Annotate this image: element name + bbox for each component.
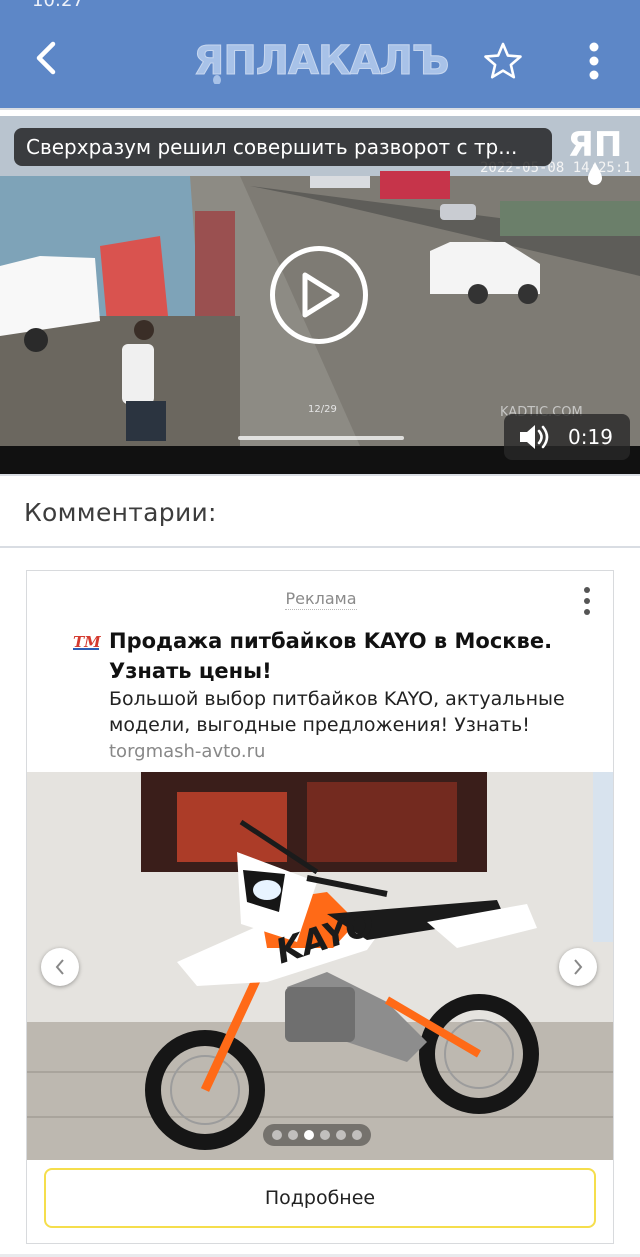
back-button[interactable] bbox=[20, 32, 72, 84]
play-icon bbox=[302, 272, 340, 318]
svg-text:ЯП: ЯП bbox=[568, 125, 623, 165]
more-menu-button[interactable] bbox=[572, 36, 616, 86]
logo-text: ЯПЛАКАЛЪ bbox=[194, 38, 449, 84]
video-controls: 0:19 bbox=[504, 414, 630, 460]
divider bbox=[0, 108, 640, 110]
carousel-dot[interactable] bbox=[336, 1130, 346, 1140]
carousel-dot[interactable] bbox=[304, 1130, 314, 1140]
app-bar: ЯПЛАКАЛЪ bbox=[0, 10, 640, 108]
carousel-dot[interactable] bbox=[288, 1130, 298, 1140]
favorite-button[interactable] bbox=[478, 36, 528, 86]
ad-menu-button[interactable] bbox=[575, 583, 599, 619]
video-counter: 12/29 bbox=[308, 404, 337, 415]
video-player[interactable]: 2022-05-08 14:25:1 12/29 KADTIC.COM Свер… bbox=[0, 116, 640, 474]
video-watermark-logo: ЯП bbox=[568, 125, 623, 185]
ad-image-carousel[interactable]: KAYO bbox=[27, 772, 613, 1160]
divider bbox=[0, 474, 640, 476]
divider bbox=[0, 546, 640, 548]
video-duration: 0:19 bbox=[568, 425, 613, 449]
volume-icon[interactable] bbox=[518, 422, 552, 452]
ad-domain[interactable]: torgmash-avto.ru bbox=[109, 741, 265, 762]
more-vertical-icon bbox=[584, 587, 590, 615]
chevron-right-icon bbox=[574, 959, 583, 975]
ad-title[interactable]: Продажа питбайков KAYO в Москве. Узнать … bbox=[109, 626, 589, 686]
carousel-dot[interactable] bbox=[272, 1130, 282, 1140]
comments-heading: Комментарии: bbox=[24, 498, 217, 527]
more-vertical-icon bbox=[589, 42, 599, 80]
video-title: Сверхразум решил совершить разворот с тр… bbox=[14, 128, 552, 166]
ad-card[interactable]: Реклама TM Продажа питбайков KAYO в Моск… bbox=[26, 570, 614, 1244]
ad-description: Большой выбор питбайков KAYO, актуальные… bbox=[109, 688, 565, 736]
carousel-prev-button[interactable] bbox=[41, 948, 79, 986]
advertiser-favicon-icon: TM bbox=[73, 633, 101, 651]
carousel-pagination[interactable] bbox=[263, 1124, 371, 1146]
star-outline-icon bbox=[484, 42, 522, 79]
carousel-next-button[interactable] bbox=[559, 948, 597, 986]
chevron-left-icon bbox=[55, 959, 64, 975]
site-logo[interactable]: ЯПЛАКАЛЪ bbox=[182, 36, 460, 84]
ad-label: Реклама bbox=[285, 589, 357, 610]
carousel-dot[interactable] bbox=[352, 1130, 362, 1140]
app-screen: 10:27 ЯПЛАКАЛЪ bbox=[0, 0, 640, 1257]
carousel-dot[interactable] bbox=[320, 1130, 330, 1140]
details-button[interactable]: Подробнее bbox=[44, 1168, 596, 1228]
video-progress-bar[interactable] bbox=[238, 436, 404, 440]
status-time: 10:27 bbox=[32, 0, 84, 10]
ad-product-image: KAYO bbox=[27, 772, 613, 1160]
status-bar: 10:27 bbox=[0, 0, 640, 10]
chevron-left-icon bbox=[36, 41, 56, 75]
play-button[interactable] bbox=[270, 246, 368, 344]
